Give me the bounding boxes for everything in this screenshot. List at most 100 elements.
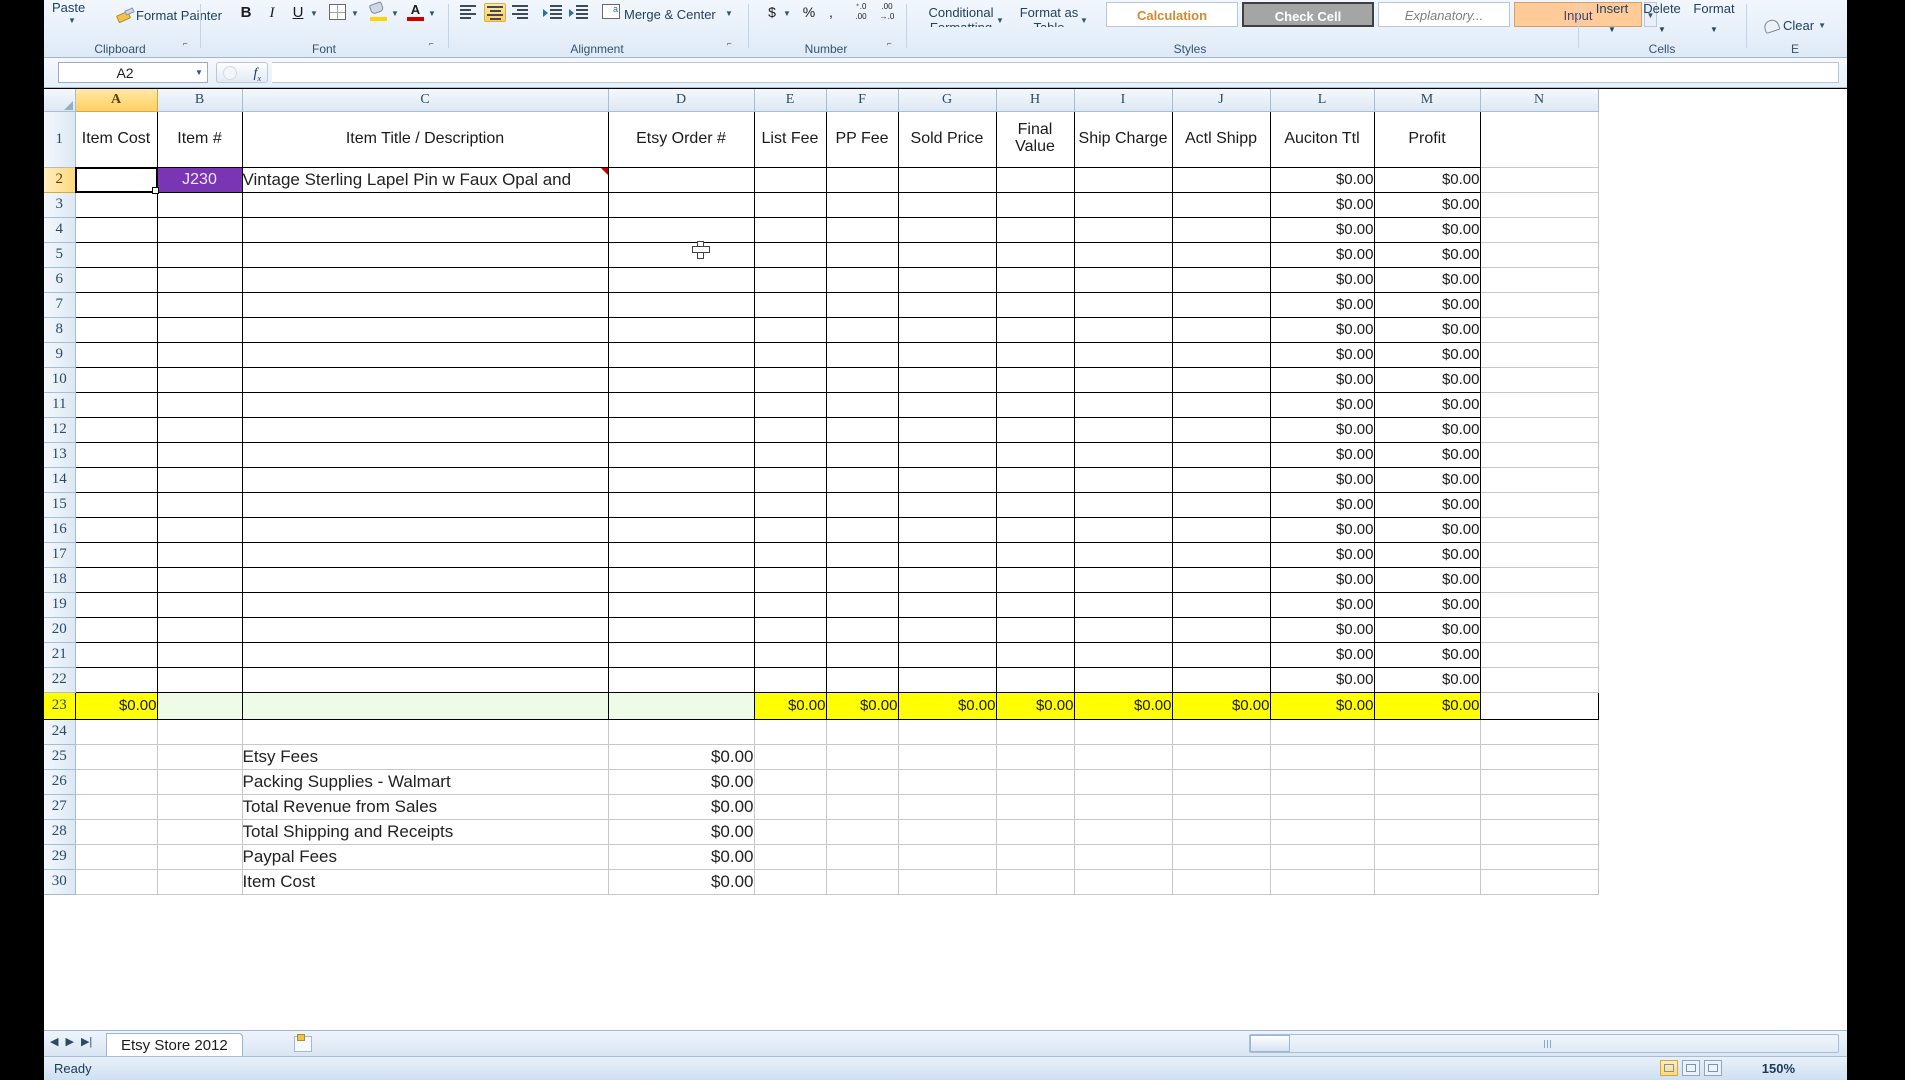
row-header-17[interactable]: 17 — [44, 542, 75, 567]
cell-item-number-r4[interactable] — [157, 217, 242, 242]
cell-profit-r5[interactable]: $0.00 — [1374, 242, 1480, 267]
cell-list-fee-r14[interactable] — [754, 467, 826, 492]
cell-sold-price-r18[interactable] — [898, 567, 996, 592]
cell-sold-price-r14[interactable] — [898, 467, 996, 492]
cell-list-fee-r8[interactable] — [754, 317, 826, 342]
cell-item-title-r14[interactable] — [242, 467, 608, 492]
cell-f26[interactable] — [826, 769, 898, 794]
cell-ship-charge-r6[interactable] — [1074, 267, 1172, 292]
cell-i30[interactable] — [1074, 869, 1172, 894]
cell-e24[interactable] — [754, 719, 826, 744]
column-header-d[interactable]: D — [608, 89, 754, 111]
cell-i25[interactable] — [1074, 744, 1172, 769]
cell-list-fee-r19[interactable] — [754, 592, 826, 617]
summary-label[interactable]: Packing Supplies - Walmart — [242, 769, 608, 794]
cell-profit-r16[interactable]: $0.00 — [1374, 517, 1480, 542]
summary-label[interactable]: Paypal Fees — [242, 844, 608, 869]
total-span-c[interactable] — [242, 692, 608, 719]
cell-list-fee-r16[interactable] — [754, 517, 826, 542]
column-header-e[interactable]: E — [754, 89, 826, 111]
cell-item-number-r19[interactable] — [157, 592, 242, 617]
cell-m27[interactable] — [1374, 794, 1480, 819]
cell-ship-charge-r3[interactable] — [1074, 192, 1172, 217]
row-header-29[interactable]: 29 — [44, 844, 75, 869]
cell-n3[interactable] — [1480, 192, 1598, 217]
cell-pp-fee-r15[interactable] — [826, 492, 898, 517]
cell-n6[interactable] — [1480, 267, 1598, 292]
normal-view-icon[interactable] — [1660, 1060, 1678, 1076]
total-span-b[interactable] — [157, 692, 242, 719]
cell-item-title-r4[interactable] — [242, 217, 608, 242]
cell-final-value-r12[interactable] — [996, 417, 1074, 442]
cell-b26[interactable] — [157, 769, 242, 794]
cell-i2-ship-charge[interactable] — [1074, 167, 1172, 192]
row-header-14[interactable]: 14 — [44, 467, 75, 492]
cell-n1[interactable] — [1480, 111, 1598, 167]
cell-ship-charge-r15[interactable] — [1074, 492, 1172, 517]
cell-i27[interactable] — [1074, 794, 1172, 819]
row-header-20[interactable]: 20 — [44, 617, 75, 642]
cell-profit-r19[interactable]: $0.00 — [1374, 592, 1480, 617]
cell-actl-shipp-r14[interactable] — [1172, 467, 1270, 492]
column-header-a[interactable]: A — [75, 89, 157, 111]
cell-ship-charge-r12[interactable] — [1074, 417, 1172, 442]
row-header-21[interactable]: 21 — [44, 642, 75, 667]
cell-actl-shipp-r15[interactable] — [1172, 492, 1270, 517]
cell-list-fee-r10[interactable] — [754, 367, 826, 392]
cell-sold-price-r4[interactable] — [898, 217, 996, 242]
total-list-fee[interactable]: $0.00 — [754, 692, 826, 719]
cell-etsy-order-r6[interactable] — [608, 267, 754, 292]
cell-ship-charge-r14[interactable] — [1074, 467, 1172, 492]
cell-f30[interactable] — [826, 869, 898, 894]
percent-format-button[interactable]: % — [800, 2, 818, 23]
row-header-4[interactable]: 4 — [44, 217, 75, 242]
cell-pp-fee-r7[interactable] — [826, 292, 898, 317]
cell-final-value-r10[interactable] — [996, 367, 1074, 392]
cell-n29[interactable] — [1480, 844, 1598, 869]
cell-j29[interactable] — [1172, 844, 1270, 869]
cell-auciton-ttl-r16[interactable]: $0.00 — [1270, 517, 1374, 542]
cell-m30[interactable] — [1374, 869, 1480, 894]
cell-l24[interactable] — [1270, 719, 1374, 744]
cell-sold-price-r7[interactable] — [898, 292, 996, 317]
cell-f29[interactable] — [826, 844, 898, 869]
cell-f25[interactable] — [826, 744, 898, 769]
cell-f27[interactable] — [826, 794, 898, 819]
fill-color-icon[interactable] — [370, 3, 387, 21]
cell-pp-fee-r5[interactable] — [826, 242, 898, 267]
font-color-icon[interactable]: A — [407, 3, 424, 21]
last-sheet-icon[interactable]: ▶| — [81, 1035, 92, 1048]
total-final-value[interactable]: $0.00 — [996, 692, 1074, 719]
cell-a24[interactable] — [75, 719, 157, 744]
cell-ship-charge-r7[interactable] — [1074, 292, 1172, 317]
cell-sold-price-r20[interactable] — [898, 617, 996, 642]
cell-pp-fee-r18[interactable] — [826, 567, 898, 592]
cell-actl-shipp-r4[interactable] — [1172, 217, 1270, 242]
cell-actl-shipp-r7[interactable] — [1172, 292, 1270, 317]
cell-f24[interactable] — [826, 719, 898, 744]
cell-e25[interactable] — [754, 744, 826, 769]
row-header-6[interactable]: 6 — [44, 267, 75, 292]
cell-list-fee-r6[interactable] — [754, 267, 826, 292]
total-actl-shipp[interactable]: $0.00 — [1172, 692, 1270, 719]
cell-n7[interactable] — [1480, 292, 1598, 317]
cell-item-title-r6[interactable] — [242, 267, 608, 292]
cell-ship-charge-r8[interactable] — [1074, 317, 1172, 342]
cell-sold-price-r12[interactable] — [898, 417, 996, 442]
row-header-23[interactable]: 23 — [44, 692, 75, 719]
cell-etsy-order-r13[interactable] — [608, 442, 754, 467]
cell-auciton-ttl-r3[interactable]: $0.00 — [1270, 192, 1374, 217]
cell-j28[interactable] — [1172, 819, 1270, 844]
summary-value[interactable]: $0.00 — [608, 744, 754, 769]
prev-sheet-icon[interactable]: ▶ — [65, 1035, 73, 1048]
cell-auciton-ttl-r11[interactable]: $0.00 — [1270, 392, 1374, 417]
cell-sold-price-r8[interactable] — [898, 317, 996, 342]
cell-item-cost-r19[interactable] — [75, 592, 157, 617]
cell-ship-charge-r4[interactable] — [1074, 217, 1172, 242]
cell-auciton-ttl-r6[interactable]: $0.00 — [1270, 267, 1374, 292]
cell-n30[interactable] — [1480, 869, 1598, 894]
cell-list-fee-r7[interactable] — [754, 292, 826, 317]
cell-auciton-ttl-r7[interactable]: $0.00 — [1270, 292, 1374, 317]
summary-label[interactable]: Etsy Fees — [242, 744, 608, 769]
cell-profit-r7[interactable]: $0.00 — [1374, 292, 1480, 317]
